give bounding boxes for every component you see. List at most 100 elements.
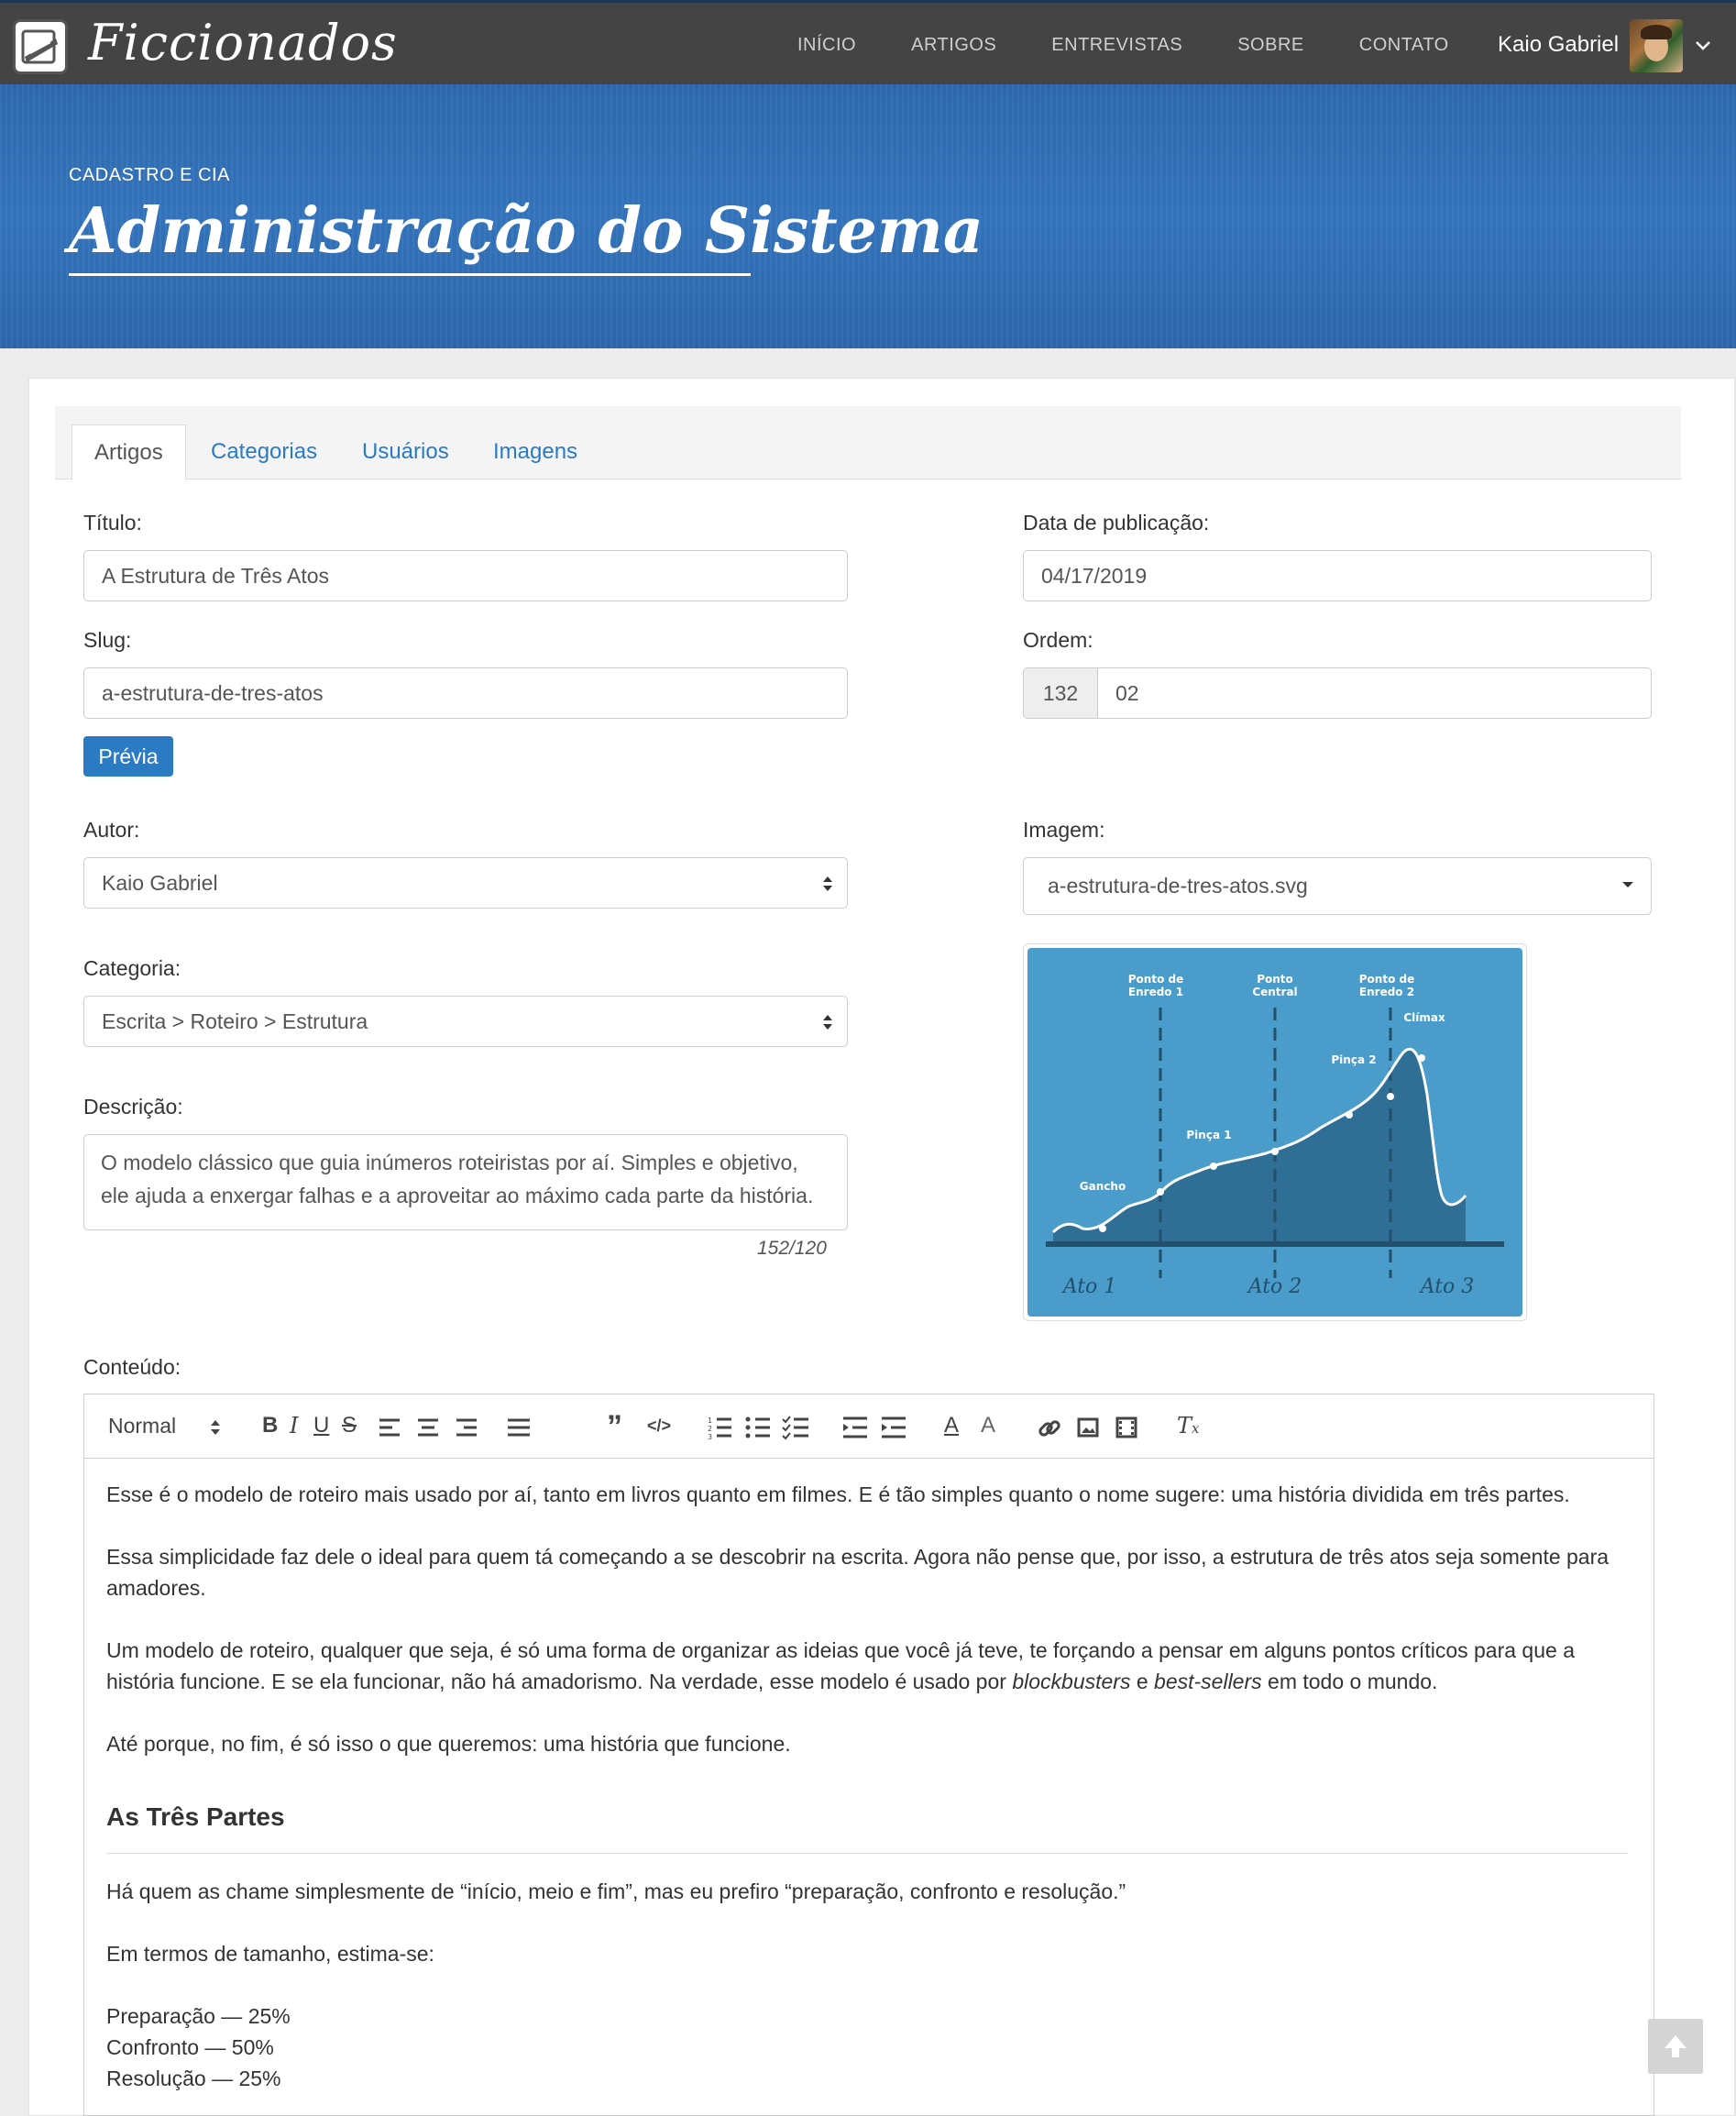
slug-input[interactable]: a-estrutura-de-tres-atos <box>83 667 848 719</box>
slug-label: Slug: <box>83 628 132 652</box>
label-ponto-enredo-1b: Enredo 1 <box>1128 986 1183 998</box>
align-icons <box>379 1418 477 1437</box>
imagem-select[interactable]: a-estrutura-de-tres-atos.svg <box>1023 857 1652 915</box>
nav-entrevistas[interactable]: ENTREVISTAS <box>1051 35 1182 56</box>
titulo-label: Título: <box>83 511 142 535</box>
align-justify-icon[interactable] <box>506 1416 532 1438</box>
autor-select[interactable]: Kaio Gabriel <box>83 857 848 909</box>
paragraph: Um modelo de roteiro, qualquer que seja,… <box>106 1638 1575 1693</box>
svg-text:1: 1 <box>708 1416 712 1425</box>
align-right-icon <box>456 1418 477 1437</box>
format-select[interactable]: Normal <box>108 1414 176 1438</box>
scroll-to-top-button[interactable] <box>1648 2019 1703 2074</box>
link-icon[interactable] <box>1038 1416 1061 1440</box>
code-icon[interactable]: </> <box>647 1416 671 1436</box>
conteudo-label: Conteúdo: <box>83 1355 181 1379</box>
ordem-input[interactable]: 02 <box>1097 667 1652 719</box>
nav-contato[interactable]: CONTATO <box>1359 35 1449 56</box>
label-ato-2: Ato 2 <box>1247 1275 1302 1298</box>
label-gancho: Gancho <box>1080 1180 1126 1193</box>
label-ponto-central-b: Central <box>1252 986 1297 998</box>
check-list-icon <box>794 1417 808 1438</box>
data-label: Data de publicação: <box>1023 511 1210 535</box>
imagem-value: a-estrutura-de-tres-atos.svg <box>1048 874 1308 898</box>
titulo-input[interactable]: A Estrutura de Três Atos <box>83 550 848 601</box>
logo-icon[interactable] <box>13 19 68 74</box>
select-arrows-icon <box>823 876 832 891</box>
ordem-label: Ordem: <box>1023 628 1093 652</box>
label-ponto-central-a: Ponto <box>1257 973 1293 986</box>
label-ato-1: Ato 1 <box>1061 1275 1117 1298</box>
ordem-prefix: 132 <box>1023 667 1098 719</box>
italic-icon[interactable]: I <box>290 1413 298 1438</box>
svg-text:3: 3 <box>708 1433 712 1440</box>
align-left-icon <box>379 1418 400 1437</box>
bullet-list-icon <box>755 1417 770 1438</box>
select-arrows-icon <box>211 1420 220 1435</box>
list-item: Resolução — 25% <box>106 2066 281 2090</box>
image-preview: Ponto de Enredo 1 Ponto Central Ponto de… <box>1023 943 1527 1321</box>
indent-icons <box>843 1416 906 1438</box>
nav-sobre[interactable]: SOBRE <box>1237 35 1304 56</box>
label-ponto-enredo-2b: Enredo 2 <box>1359 986 1414 998</box>
autor-label: Autor: <box>83 818 140 842</box>
chevron-down-icon[interactable] <box>1692 34 1714 56</box>
top-navbar: Ficcionados INÍCIO ARTIGOS ENTREVISTAS S… <box>0 0 1736 84</box>
label-ato-3: Ato 3 <box>1419 1275 1475 1298</box>
list-icons: 123 <box>708 1416 808 1440</box>
paragraph: Em termos de tamanho, estima-se: <box>106 1942 434 1966</box>
video-icon[interactable] <box>1115 1416 1137 1438</box>
align-center-icon <box>418 1418 438 1437</box>
avatar[interactable] <box>1630 19 1683 72</box>
hero-banner: CADASTRO E CIA Administração do Sistema <box>0 84 1736 348</box>
categoria-select[interactable]: Escrita > Roteiro > Estrutura <box>83 996 848 1047</box>
descricao-label: Descrição: <box>83 1095 183 1119</box>
preview-button[interactable]: Prévia <box>83 736 173 777</box>
tab-imagens[interactable]: Imagens <box>471 424 599 480</box>
imagem-label: Imagem: <box>1023 818 1105 842</box>
editor-toolbar: Normal B I U S ” </> 123 A A Tx <box>84 1394 1654 1459</box>
paragraph: Essa simplicidade faz dele o ideal para … <box>106 1545 1610 1600</box>
label-ponto-enredo-1a: Ponto de <box>1128 973 1183 986</box>
tab-usuarios[interactable]: Usuários <box>340 424 471 480</box>
label-pinca-2: Pinça 2 <box>1331 1053 1376 1066</box>
bold-icon[interactable]: B <box>262 1413 278 1438</box>
data-input[interactable]: 04/17/2019 <box>1023 550 1652 601</box>
brand-logo[interactable]: Ficcionados <box>88 14 398 72</box>
user-name[interactable]: Kaio Gabriel <box>1498 32 1619 58</box>
main-nav: INÍCIO ARTIGOS ENTREVISTAS SOBRE CONTATO <box>797 3 1504 87</box>
editor-content[interactable]: Esse é o modelo de roteiro mais usado po… <box>106 1479 1628 2094</box>
ordered-list-icon <box>717 1417 731 1438</box>
label-ponto-enredo-2a: Ponto de <box>1359 973 1414 986</box>
image-icon[interactable] <box>1077 1416 1099 1438</box>
caret-down-icon <box>1622 882 1633 887</box>
text-color-icon[interactable]: A <box>944 1413 959 1438</box>
paragraph: Esse é o modelo de roteiro mais usado po… <box>106 1482 1570 1506</box>
paragraph: Há quem as chame simplesmente de “início… <box>106 1879 1126 1903</box>
tab-artigos[interactable]: Artigos <box>71 424 186 480</box>
clear-format-icon[interactable]: Tx <box>1177 1413 1199 1438</box>
highlight-icon[interactable]: A <box>981 1413 995 1438</box>
hero-subtitle: CADASTRO E CIA <box>69 165 230 185</box>
underline-icon[interactable]: U <box>313 1413 329 1438</box>
page-title: Administração do Sistema <box>69 194 983 268</box>
title-underline <box>69 273 751 276</box>
content-heading: As Três Partes <box>106 1802 1628 1854</box>
tab-categorias[interactable]: Categorias <box>189 424 339 480</box>
select-arrows-icon <box>823 1015 832 1030</box>
strike-icon[interactable]: S <box>342 1413 357 1438</box>
char-counter: 152/120 <box>757 1238 827 1259</box>
descricao-textarea[interactable]: O modelo clássico que guia inúmeros rote… <box>83 1134 848 1230</box>
rich-text-editor[interactable]: Normal B I U S ” </> 123 A A Tx Esse é o… <box>83 1394 1654 2116</box>
nav-artigos[interactable]: ARTIGOS <box>911 35 996 56</box>
categoria-value: Escrita > Roteiro > Estrutura <box>102 1009 368 1033</box>
three-act-structure-image: Ponto de Enredo 1 Ponto Central Ponto de… <box>1027 948 1522 1317</box>
categoria-label: Categoria: <box>83 956 181 980</box>
paragraph: Até porque, no fim, é só isso o que quer… <box>106 1732 791 1756</box>
label-climax: Clímax <box>1403 1011 1445 1024</box>
arrow-up-icon <box>1665 2035 1687 2057</box>
list-item: Confronto — 50% <box>106 2035 274 2059</box>
quote-icon[interactable]: ” <box>607 1409 622 1445</box>
nav-inicio[interactable]: INÍCIO <box>797 35 856 56</box>
label-pinca-1: Pinça 1 <box>1186 1129 1231 1141</box>
